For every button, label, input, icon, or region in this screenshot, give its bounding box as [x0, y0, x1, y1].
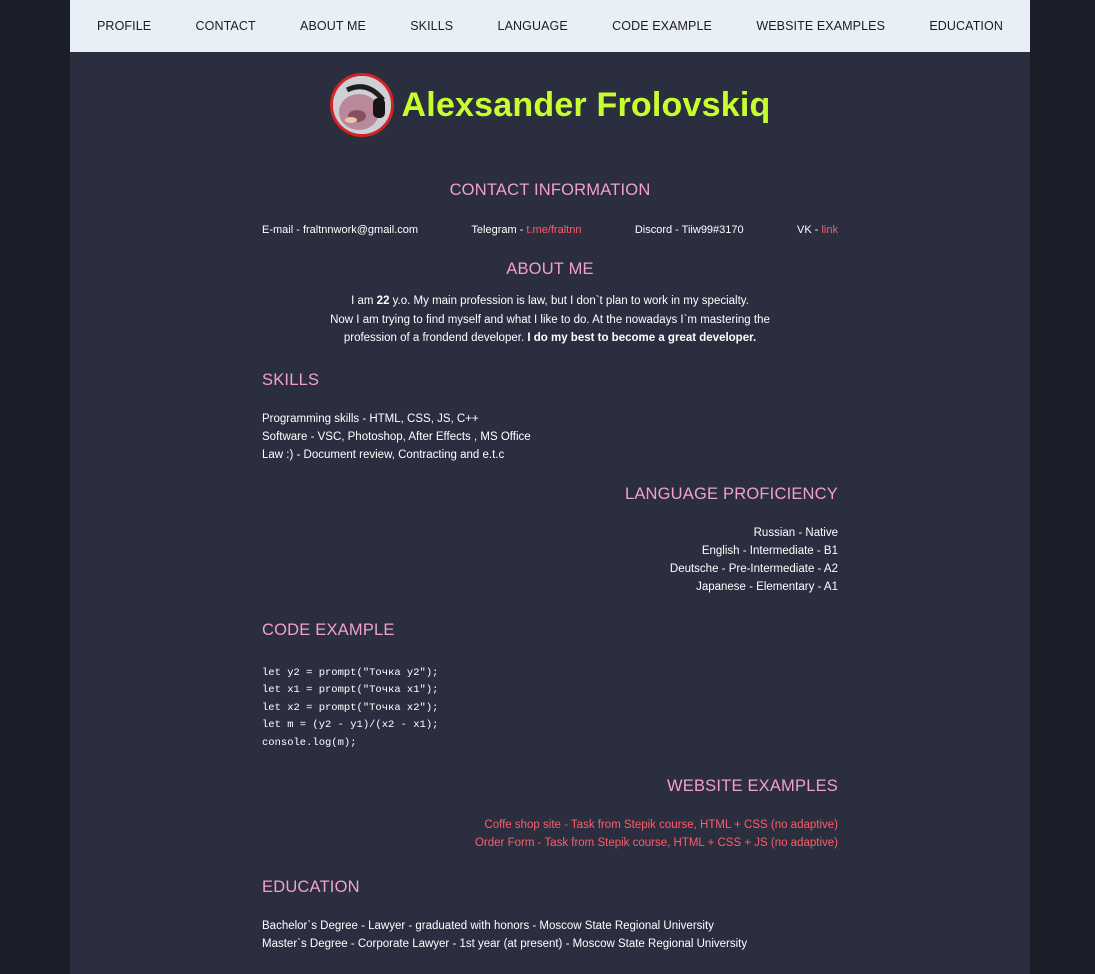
- language-item: Japanese - Elementary - A1: [696, 580, 838, 593]
- language-title: LANGUAGE PROFICIENCY: [624, 484, 838, 503]
- education-list: Bachelor`s Degree - Lawyer - graduated w…: [262, 917, 838, 953]
- websites-title: WEBSITE EXAMPLES: [667, 777, 838, 795]
- skills-list: Programming skills - HTML, CSS, JS, C++ …: [262, 410, 838, 464]
- language-item: Deutsche - Pre-Intermediate - A2: [669, 562, 838, 575]
- vk-link[interactable]: link: [821, 224, 838, 236]
- code-line: let x2 = prompt("Точка x2");: [262, 701, 439, 714]
- nav-education[interactable]: EDUCATION: [929, 19, 1003, 33]
- education-item: Master`s Degree - Corporate Lawyer - 1st…: [262, 938, 748, 950]
- vk-contact: VK - link: [797, 224, 838, 236]
- vk-label: VK -: [797, 224, 822, 236]
- about-text-4: profession of a frondend developer.: [343, 332, 528, 344]
- nav-website-examples[interactable]: WEBSITE EXAMPLES: [756, 19, 885, 33]
- top-nav: PROFILE CONTACT ABOUT ME SKILLS LANGUAGE…: [70, 0, 1030, 52]
- about-text-5: I do my best to become a great developer…: [527, 332, 757, 344]
- education-title: EDUCATION: [262, 878, 360, 896]
- about-text-3: Now I am trying to find myself and what …: [330, 313, 770, 326]
- language-item: Russian - Native: [753, 526, 838, 539]
- telegram-label: Telegram -: [471, 224, 527, 236]
- code-line: let y2 = prompt("Точка y2");: [262, 666, 439, 679]
- email-contact: E-mail - fraltnnwork@gmail.com: [262, 224, 419, 236]
- telegram-contact: Telegram - t.me/fraltnn: [471, 224, 581, 236]
- nav-language[interactable]: LANGUAGE: [498, 19, 568, 33]
- about-title: ABOUT ME: [506, 260, 594, 278]
- avatar: [329, 73, 394, 137]
- code-line: let x1 = prompt("Точка x1");: [262, 684, 439, 696]
- about-text-2: y.o. My main profession is law, but I do…: [389, 295, 749, 307]
- skill-item: Software - VSC, Photoshop, After Effects…: [262, 430, 531, 443]
- telegram-link[interactable]: t.me/fraltnn: [526, 224, 581, 236]
- contact-title: CONTACT INFORMATION: [449, 181, 651, 199]
- contact-row: E-mail - fraltnnwork@gmail.com Telegram …: [262, 224, 838, 236]
- language-list: Russian - Native English - Intermediate …: [262, 524, 838, 596]
- about-age: 22: [376, 295, 390, 307]
- skill-item: Programming skills - HTML, CSS, JS, C++: [262, 412, 479, 425]
- nav-contact[interactable]: CONTACT: [196, 19, 256, 33]
- skills-title: SKILLS: [262, 370, 320, 389]
- websites-list: Coffe shop site - Task from Stepik cours…: [262, 816, 838, 852]
- profile-header: Alexsander Frolovskiq: [262, 72, 838, 138]
- language-item: English - Intermediate - B1: [701, 544, 838, 557]
- main-content: Alexsander Frolovskiq CONTACT INFORMATIO…: [262, 72, 838, 953]
- nav-profile[interactable]: PROFILE: [97, 19, 151, 33]
- page-container: PROFILE CONTACT ABOUT ME SKILLS LANGUAGE…: [70, 0, 1030, 974]
- nav-about-me[interactable]: ABOUT ME: [300, 19, 366, 33]
- nav-skills[interactable]: SKILLS: [410, 19, 453, 33]
- code-title: CODE EXAMPLE: [262, 620, 395, 639]
- about-text: I am 22 y.o. My main profession is law, …: [262, 292, 838, 348]
- code-line: console.log(m);: [262, 736, 357, 749]
- website-link-coffee-shop[interactable]: Coffe shop site - Task from Stepik cours…: [484, 819, 838, 831]
- skill-item: Law :) - Document review, Contracting an…: [262, 448, 505, 461]
- website-link-order-form[interactable]: Order Form - Task from Stepik course, HT…: [475, 837, 838, 849]
- discord-contact: Discord - Tiiw99#3170: [634, 224, 744, 236]
- code-block: let y2 = prompt("Точка y2"); let x1 = pro…: [262, 665, 838, 753]
- code-line: let m = (y2 - y1)/(x2 - x1);: [262, 719, 439, 731]
- about-text-1: I am: [351, 295, 377, 307]
- nav-code-example[interactable]: CODE EXAMPLE: [612, 19, 712, 33]
- education-item: Bachelor`s Degree - Lawyer - graduated w…: [262, 920, 714, 932]
- profile-name: Alexsander Frolovskiq: [401, 85, 771, 124]
